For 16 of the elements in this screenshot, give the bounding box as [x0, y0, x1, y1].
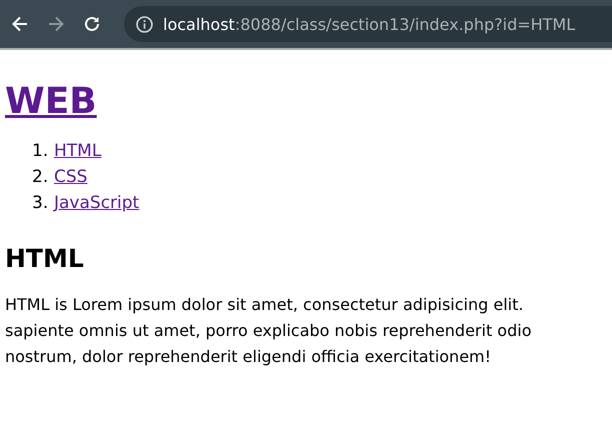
section-heading: HTML	[5, 244, 84, 274]
paragraph-line: HTML is Lorem ipsum dolor sit amet, consectetur adipisicing elit.	[5, 294, 524, 316]
paragraph-line: nostrum, dolor reprehenderit eligendi officia exercitationem!	[5, 346, 492, 368]
nav-link[interactable]: HTML	[54, 138, 102, 164]
info-icon[interactable]	[136, 16, 153, 32]
paragraph-line: sapiente omnis ut amet, porro explicabo nobis reprehenderit odio	[5, 320, 532, 342]
list-number: 1.	[32, 140, 48, 163]
back-arrow-icon[interactable]	[10, 14, 30, 34]
list-number: 3.	[32, 192, 48, 215]
nav-link[interactable]: JavaScript	[54, 190, 140, 216]
list-number: 2.	[32, 166, 48, 189]
reload-icon[interactable]	[82, 14, 102, 34]
site-title-link[interactable]: WEB	[5, 81, 97, 122]
url-text: localhost:8088/class/section13/index.php?id=HTML	[163, 14, 576, 34]
address-bar[interactable]: localhost:8088/class/section13/index.php?id=HTML	[124, 6, 612, 42]
nav-link[interactable]: CSS	[54, 164, 88, 190]
